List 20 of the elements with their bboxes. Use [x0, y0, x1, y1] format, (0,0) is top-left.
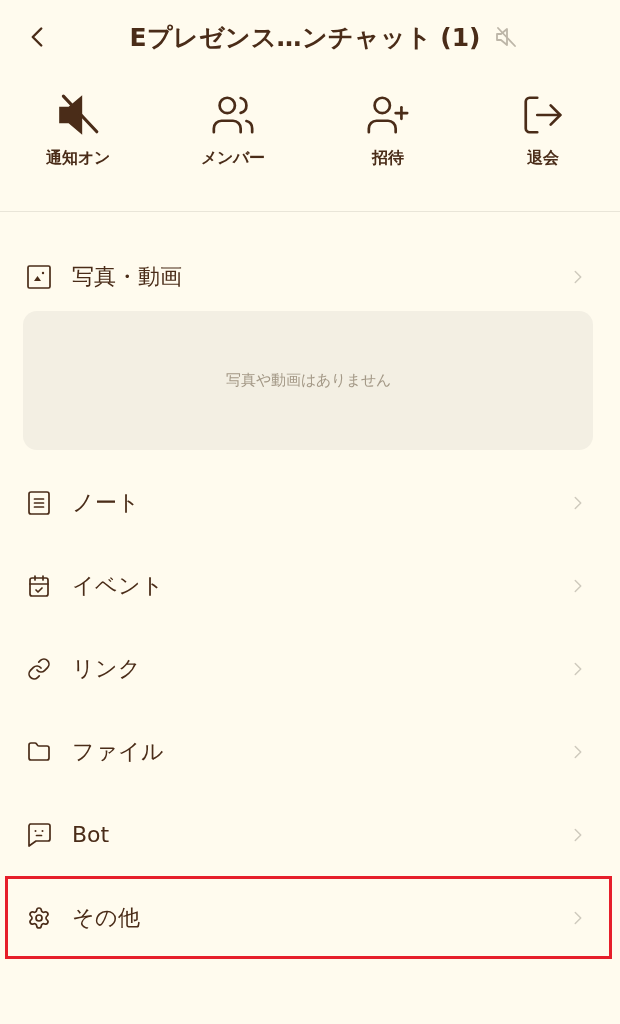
action-button[interactable]: 招待: [364, 92, 411, 169]
chat-face-icon: [27, 822, 51, 847]
action-button[interactable]: 通知オン: [45, 92, 110, 169]
menu-item[interactable]: リンク: [5, 627, 612, 710]
image-icon: [27, 265, 51, 289]
chat-title: Eプレゼンス…ンチャット (1): [129, 21, 481, 54]
menu-item[interactable]: その他: [5, 876, 612, 959]
menu-item[interactable]: Bot: [5, 793, 612, 876]
document-icon: [27, 490, 51, 515]
calendar-check-icon: [27, 573, 51, 598]
empty-message: 写真や動画はありません: [225, 371, 391, 390]
folder-icon: [27, 739, 51, 764]
menu-item[interactable]: イベント: [5, 544, 612, 627]
link-icon: [27, 656, 51, 681]
menu-item[interactable]: ノート: [5, 461, 612, 544]
menu-item[interactable]: 写真・動画: [5, 245, 612, 309]
menu-item[interactable]: ファイル: [5, 710, 612, 793]
settings-icon: [27, 905, 51, 930]
action-button[interactable]: メンバー: [200, 92, 265, 169]
action-button[interactable]: 退会: [519, 92, 566, 169]
